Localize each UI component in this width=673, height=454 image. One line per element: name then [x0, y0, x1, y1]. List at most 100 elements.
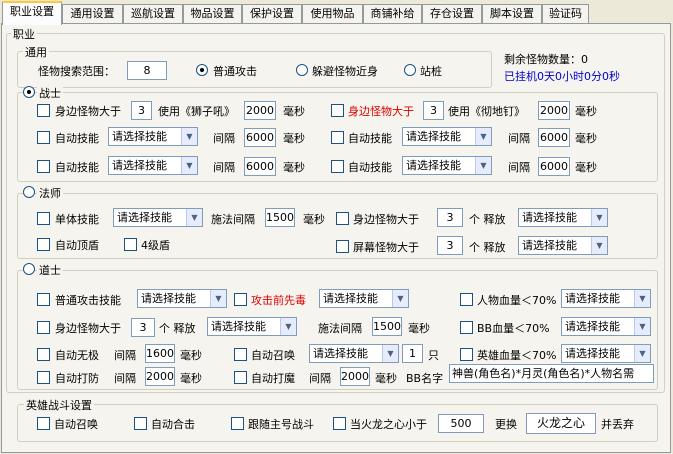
- taoist-auto-summon-checkbox[interactable]: [234, 348, 247, 361]
- taoist-summon-skill-select[interactable]: 请选择技能 ▼: [309, 344, 399, 363]
- taoist-person-hp-checkbox[interactable]: [460, 293, 473, 306]
- mage-screen-label: 屏幕怪物大于: [353, 241, 419, 254]
- hero-auto-combo-checkbox[interactable]: [134, 417, 147, 430]
- warrior-auto-skill-checkbox[interactable]: [37, 160, 50, 173]
- warrior-roar-count[interactable]: 3: [131, 101, 152, 120]
- ms-label: 毫秒: [283, 161, 305, 174]
- taoist-hero-hp-checkbox[interactable]: [460, 348, 473, 361]
- warrior-skill-select[interactable]: 请选择技能 ▼: [402, 156, 492, 175]
- radio-warrior[interactable]: [23, 86, 35, 98]
- interval-label: 间隔: [508, 161, 530, 174]
- chevron-down-icon: ▼: [280, 318, 296, 335]
- tab-script-settings[interactable]: 脚本设置: [482, 4, 542, 24]
- mage-screen-skill-select[interactable]: 请选择技能 ▼: [518, 236, 608, 255]
- mage-near-label: 身边怪物大于: [353, 213, 419, 226]
- select-value: 请选择技能: [522, 211, 577, 224]
- taoist-person-hp-skill-select[interactable]: 请选择技能 ▼: [561, 289, 651, 308]
- taoist-near-count[interactable]: 3: [131, 318, 155, 337]
- warrior-nail-interval[interactable]: 2000: [538, 101, 570, 120]
- taoist-cast-interval[interactable]: 1500: [372, 317, 402, 336]
- taoist-auto-magic-checkbox[interactable]: [234, 371, 247, 384]
- cast-interval-label: 施法间隔: [211, 213, 255, 226]
- warrior-roar-interval[interactable]: 2000: [244, 101, 276, 120]
- warrior-title: 战士: [37, 85, 63, 101]
- taoist-invincible-interval[interactable]: 16000: [145, 344, 175, 363]
- taoist-poison-first-checkbox[interactable]: [234, 293, 247, 306]
- shield4-label: 4级盾: [141, 239, 170, 252]
- tab-shop-supply[interactable]: 商铺补给: [363, 4, 422, 24]
- taoist-attack-skill-select[interactable]: 请选择技能 ▼: [137, 289, 227, 308]
- warrior-skill-select[interactable]: 请选择技能 ▼: [402, 127, 492, 146]
- tab-use-items[interactable]: 使用物品: [302, 4, 363, 24]
- chevron-down-icon: ▼: [634, 345, 650, 362]
- mage-near-skill-select[interactable]: 请选择技能 ▼: [518, 208, 608, 227]
- taoist-summon-count[interactable]: 1: [402, 344, 423, 363]
- taoist-auto-invincible-checkbox[interactable]: [37, 348, 50, 361]
- select-value: 请选择技能: [522, 239, 577, 252]
- tab-captcha[interactable]: 验证码: [542, 4, 589, 24]
- select-value: 请选择技能: [565, 292, 620, 305]
- select-value: 请选择技能: [211, 320, 266, 333]
- hero-auto-summon-checkbox[interactable]: [37, 417, 50, 430]
- mage-screen-checkbox[interactable]: [336, 240, 349, 253]
- radio-mage[interactable]: [23, 186, 35, 198]
- warrior-skill-select[interactable]: 请选择技能 ▼: [108, 156, 198, 175]
- mage-cast-interval[interactable]: 1500: [265, 208, 295, 227]
- search-range-input[interactable]: 8: [127, 61, 167, 80]
- mage-near-checkbox[interactable]: [336, 212, 349, 225]
- taoist-title: 道士: [37, 262, 63, 278]
- warrior-auto-skill-checkbox[interactable]: [331, 131, 344, 144]
- warrior-auto-skill-checkbox[interactable]: [331, 160, 344, 173]
- radio-normal-attack[interactable]: [196, 64, 208, 76]
- taoist-auto-defense-checkbox[interactable]: [37, 371, 50, 384]
- warrior-nail-skill: 使用《彻地钉》: [448, 105, 525, 118]
- fire-heart-item-input[interactable]: 火龙之心: [526, 413, 596, 434]
- warrior-nail-count[interactable]: 3: [423, 101, 444, 120]
- normal-attack-skill-label: 普通攻击技能: [55, 294, 121, 307]
- taoist-bb-hp-skill-select[interactable]: 请选择技能 ▼: [561, 317, 651, 336]
- bb-name-input[interactable]: 神兽(角色名)*月灵(角色名)*人物名需: [449, 364, 654, 383]
- hero-follow-main-checkbox[interactable]: [231, 417, 244, 430]
- warrior-skill-interval[interactable]: 6000: [538, 157, 570, 176]
- tab-job-settings[interactable]: 职业设置: [2, 1, 62, 25]
- fire-heart-threshold[interactable]: 500: [438, 414, 484, 433]
- tab-cruise-settings[interactable]: 巡航设置: [123, 4, 183, 24]
- warrior-auto-skill-checkbox[interactable]: [37, 131, 50, 144]
- tab-protect-settings[interactable]: 保护设置: [242, 4, 302, 24]
- warrior-skill-interval[interactable]: 6000: [244, 128, 276, 147]
- tab-storage-settings[interactable]: 存仓设置: [422, 4, 482, 24]
- cast-interval-label: 施法间隔: [318, 322, 362, 335]
- hero-fire-heart-checkbox[interactable]: [333, 417, 346, 430]
- taoist-normal-attack-checkbox[interactable]: [37, 293, 50, 306]
- taoist-bb-hp-checkbox[interactable]: [460, 321, 473, 334]
- mage-single-skill-select[interactable]: 请选择技能 ▼: [113, 208, 203, 227]
- interval-label: 间隔: [508, 132, 530, 145]
- radio-dodge-monster[interactable]: [296, 64, 308, 76]
- chevron-down-icon: ▼: [392, 290, 408, 307]
- mage-shield4-checkbox[interactable]: [124, 238, 137, 251]
- mage-screen-count[interactable]: 3: [437, 236, 463, 255]
- taoist-poison-skill-select[interactable]: 请选择技能 ▼: [319, 289, 409, 308]
- hangup-time: 已挂机0天0小时0分0秒: [504, 70, 620, 83]
- tab-general-settings[interactable]: 通用设置: [62, 4, 123, 24]
- radio-taoist[interactable]: [23, 263, 35, 275]
- warrior-skill-select[interactable]: 请选择技能 ▼: [108, 127, 198, 146]
- mage-single-skill-checkbox[interactable]: [37, 212, 50, 225]
- warrior-skill-interval[interactable]: 6000: [538, 128, 570, 147]
- radio-stand[interactable]: [404, 64, 416, 76]
- mage-near-count[interactable]: 3: [437, 208, 463, 227]
- warrior-roar-checkbox[interactable]: [37, 104, 50, 117]
- taoist-defense-interval[interactable]: 2000: [145, 367, 175, 386]
- mage-auto-shield-checkbox[interactable]: [37, 238, 50, 251]
- auto-skill-label: 自动技能: [55, 132, 99, 145]
- warrior-skill-interval[interactable]: 6000: [244, 157, 276, 176]
- warrior-nail-checkbox[interactable]: [331, 104, 344, 117]
- taoist-near-checkbox[interactable]: [37, 321, 50, 334]
- tab-item-settings[interactable]: 物品设置: [183, 4, 242, 24]
- replace-label: 更换: [495, 418, 517, 431]
- taoist-hero-hp-skill-select[interactable]: 请选择技能 ▼: [561, 344, 651, 363]
- unit-release-label: 个 释放: [469, 241, 506, 254]
- select-value: 请选择技能: [141, 292, 196, 305]
- taoist-near-skill-select[interactable]: 请选择技能 ▼: [207, 317, 297, 336]
- taoist-magic-interval[interactable]: 2000: [340, 367, 370, 386]
